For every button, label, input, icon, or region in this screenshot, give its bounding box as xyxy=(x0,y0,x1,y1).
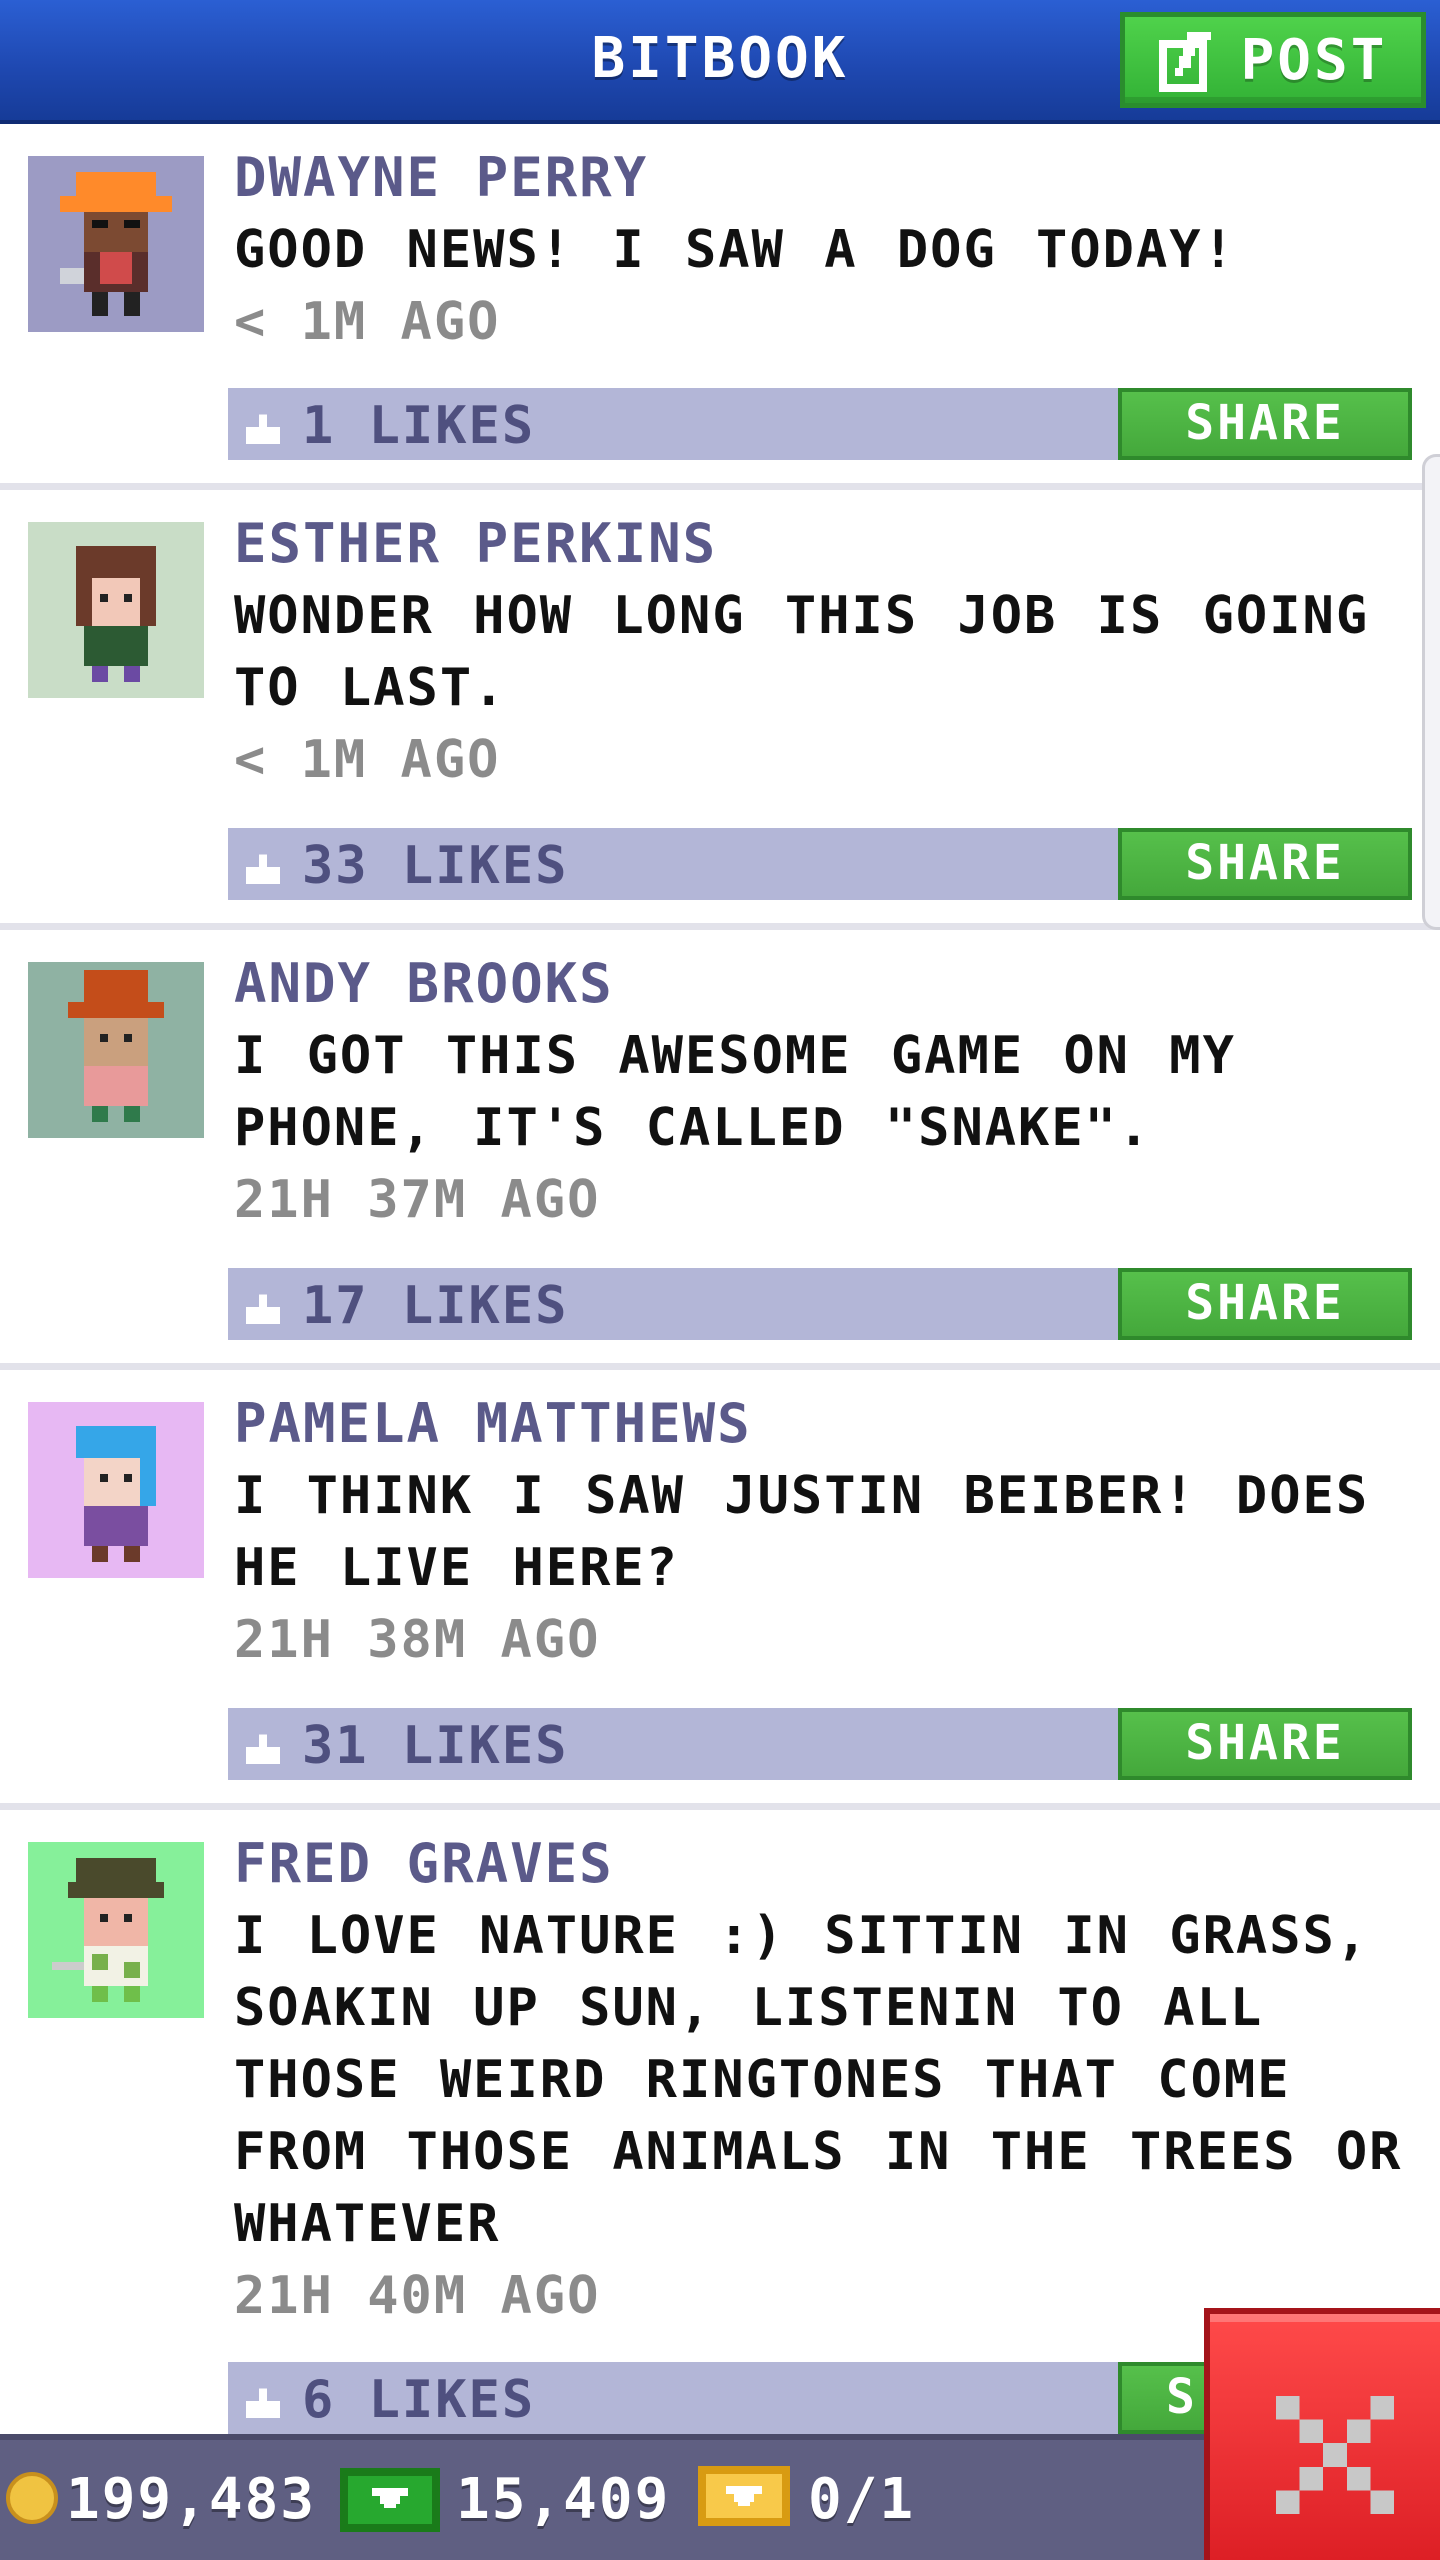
like-count: 31 LIKES xyxy=(302,1716,569,1776)
post-time: 21H 37M AGO xyxy=(234,1170,601,1230)
vip-ticket-icon xyxy=(698,2466,790,2526)
feed-list[interactable]: DWAYNE PERRY GOOD NEWS! I SAW A DOG TODA… xyxy=(0,124,1440,2434)
author-name[interactable]: FRED GRAVES xyxy=(234,1828,1420,1900)
post-body: ANDY BROOKS I GOT THIS AWESOME GAME ON M… xyxy=(234,948,1420,1236)
golfer-avatar-icon xyxy=(28,1842,204,2018)
author-name[interactable]: DWAYNE PERRY xyxy=(234,142,1420,214)
author-name[interactable]: ANDY BROOKS xyxy=(234,948,1420,1020)
vip-count: 0/1 xyxy=(808,2467,916,2532)
post-message: I THINK I SAW JUSTIN BEIBER! DOES HE LIV… xyxy=(234,1466,1370,1598)
thumbs-up-icon[interactable] xyxy=(242,1726,284,1768)
post-body: DWAYNE PERRY GOOD NEWS! I SAW A DOG TODA… xyxy=(234,142,1420,358)
like-bar: 17 LIKES SHARE xyxy=(228,1268,1412,1340)
like-count: 1 LIKES xyxy=(302,396,536,456)
author-name[interactable]: PAMELA MATTHEWS xyxy=(234,1388,1420,1460)
post-time: < 1M AGO xyxy=(234,730,501,790)
share-button[interactable]: SHARE xyxy=(1118,828,1412,900)
avatar[interactable] xyxy=(28,156,204,332)
post-button[interactable]: POST xyxy=(1120,12,1426,108)
thumbs-up-icon[interactable] xyxy=(242,2380,284,2422)
feed-post: ANDY BROOKS I GOT THIS AWESOME GAME ON M… xyxy=(0,930,1440,1370)
worker-avatar-icon xyxy=(28,156,204,332)
blue-hair-avatar-icon xyxy=(28,1402,204,1578)
avatar[interactable] xyxy=(28,1402,204,1578)
feed-post: PAMELA MATTHEWS I THINK I SAW JUSTIN BEI… xyxy=(0,1370,1440,1810)
close-button[interactable] xyxy=(1204,2308,1440,2560)
feed-post: ESTHER PERKINS WONDER HOW LONG THIS JOB … xyxy=(0,490,1440,930)
close-icon xyxy=(1276,2396,1394,2514)
avatar[interactable] xyxy=(28,522,204,698)
post-message: GOOD NEWS! I SAW A DOG TODAY! xyxy=(234,220,1236,280)
like-count: 6 LIKES xyxy=(302,2370,536,2430)
like-bar: 1 LIKES SHARE xyxy=(228,388,1412,460)
bux-count: 15,409 xyxy=(456,2467,671,2532)
post-body: PAMELA MATTHEWS I THINK I SAW JUSTIN BEI… xyxy=(234,1388,1420,1676)
woman-avatar-icon xyxy=(28,522,204,698)
like-count: 17 LIKES xyxy=(302,1276,569,1336)
post-body: ESTHER PERKINS WONDER HOW LONG THIS JOB … xyxy=(234,508,1420,796)
post-message: WONDER HOW LONG THIS JOB IS GOING TO LAS… xyxy=(234,586,1370,718)
like-bar: 31 LIKES SHARE xyxy=(228,1708,1412,1780)
post-message: I LOVE NATURE :) SITTIN IN GRASS, SOAKIN… xyxy=(234,1906,1403,2254)
avatar[interactable] xyxy=(28,1842,204,2018)
thumbs-up-icon[interactable] xyxy=(242,406,284,448)
coin-icon xyxy=(6,2472,58,2524)
thumbs-up-icon[interactable] xyxy=(242,1286,284,1328)
post-body: FRED GRAVES I LOVE NATURE :) SITTIN IN G… xyxy=(234,1828,1420,2332)
post-time: 21H 38M AGO xyxy=(234,1610,601,1670)
edit-icon xyxy=(1158,32,1211,92)
like-bar: 33 LIKES SHARE xyxy=(228,828,1412,900)
bux-icon xyxy=(340,2468,440,2532)
coin-count: 199,483 xyxy=(66,2467,317,2532)
post-label: POST xyxy=(1240,27,1388,93)
post-message: I GOT THIS AWESOME GAME ON MY PHONE, IT'… xyxy=(234,1026,1236,1158)
bitbook-screen: BITBOOK POST DWAYNE PERRY GOOD NEWS! I S… xyxy=(0,0,1440,2560)
thumbs-up-icon[interactable] xyxy=(242,846,284,888)
avatar[interactable] xyxy=(28,962,204,1138)
hat-man-avatar-icon xyxy=(28,962,204,1138)
feed-post: DWAYNE PERRY GOOD NEWS! I SAW A DOG TODA… xyxy=(0,124,1440,490)
author-name[interactable]: ESTHER PERKINS xyxy=(234,508,1420,580)
app-header: BITBOOK POST xyxy=(0,0,1440,124)
share-button[interactable]: SHARE xyxy=(1118,1268,1412,1340)
post-time: < 1M AGO xyxy=(234,292,501,352)
share-button[interactable]: SHARE xyxy=(1118,1708,1412,1780)
scrollbar[interactable] xyxy=(1422,454,1440,930)
like-count: 33 LIKES xyxy=(302,836,569,896)
share-button[interactable]: SHARE xyxy=(1118,388,1412,460)
